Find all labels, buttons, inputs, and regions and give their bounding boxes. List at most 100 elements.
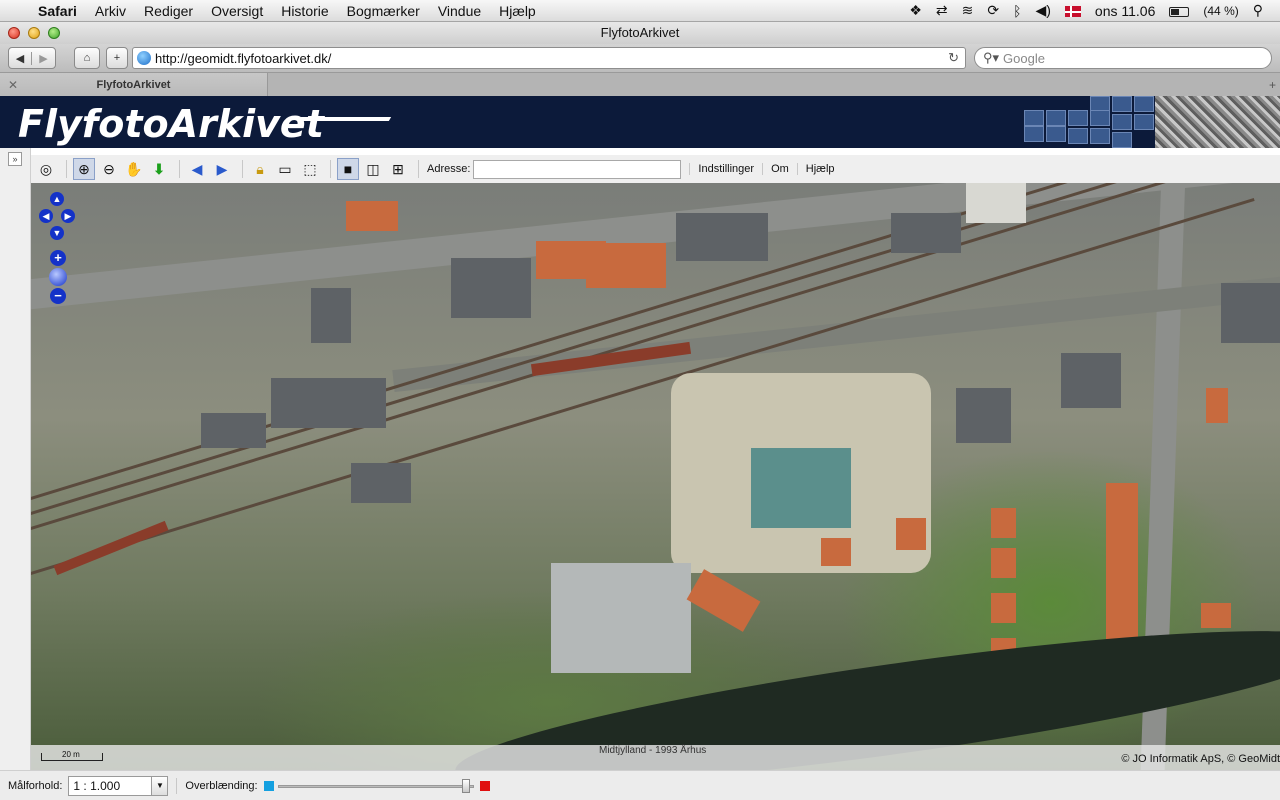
address-input[interactable] [473,159,682,179]
toolbar-divider [418,160,419,178]
menu-oversigt[interactable]: Oversigt [202,3,272,19]
banner-tile [1090,128,1110,144]
building [821,538,851,566]
url-bar[interactable]: http://geomidt.flyfotoarkivet.dk/ ↻ [132,47,966,69]
previous-view-icon[interactable]: ◀ [186,158,208,180]
lock-icon[interactable]: 🔒︎ [249,158,271,180]
overlay-label: Overblænding: [185,779,258,792]
menu-rediger[interactable]: Rediger [135,3,202,19]
building [1206,388,1228,423]
banner-tile [1112,114,1132,130]
overlay-thumb[interactable] [461,778,470,793]
building [751,448,851,528]
volume-icon[interactable]: ◀) [1028,2,1057,19]
back-icon[interactable]: ◀ [9,51,33,65]
wifi-icon[interactable]: ≋ [955,2,981,19]
building [956,388,1011,443]
toolbar-divider [330,160,331,178]
flag-icon[interactable] [1058,3,1088,19]
tab-label: FlyfotoArkivet [96,79,171,91]
reload-icon[interactable]: ↻ [948,50,965,66]
banner-tile [1046,126,1066,142]
address-label: Adresse: [427,163,471,175]
zoom-in-tool-icon[interactable]: ⊕ [73,158,95,180]
add-bookmark-icon[interactable]: + [106,47,128,69]
building [451,258,531,318]
help-link[interactable]: Hjælp [796,163,843,175]
banner-tile [1112,132,1132,148]
zoom-window-icon[interactable] [48,27,60,39]
aerial-map[interactable]: ▲ ◀ ▶ ▼ + − 20 m Midtjylland - 1993 Århu… [31,183,1280,770]
building [1201,603,1231,628]
menu-bogmaerker[interactable]: Bogmærker [338,3,429,19]
close-window-icon[interactable] [8,27,20,39]
building [1061,353,1121,408]
site-logo[interactable]: FlyfotoArkivet [18,102,324,146]
frame-icon[interactable]: ▭ [274,158,296,180]
pan-north-icon[interactable]: ▲ [50,192,64,206]
chevron-down-icon[interactable]: ▼ [151,776,168,795]
status-bar: Målforhold: 1 : 1.000 ▼ Overblænding: [0,770,1280,800]
zoom-out-tool-icon[interactable]: ⊖ [98,158,120,180]
overview-map-icon[interactable]: ◎ [35,158,57,180]
battery-icon[interactable] [1162,3,1196,19]
scale-select[interactable]: 1 : 1.000 ▼ [68,775,169,796]
search-field[interactable]: ⚲▾ Google [974,47,1272,69]
toolbar-divider [179,160,180,178]
zoom-world-icon[interactable] [49,268,67,286]
expand-panel-icon[interactable]: » [8,152,22,166]
new-tab-icon[interactable]: + [1269,73,1276,97]
overlay-right-marker [479,780,490,791]
banner-tiles [1020,96,1160,148]
menu-arkiv[interactable]: Arkiv [86,3,135,19]
single-view-icon[interactable]: ■ [337,158,359,180]
dropbox-icon[interactable]: ❖ [902,2,929,19]
side-panel: » [0,148,31,770]
map-navigation: ▲ ◀ ▶ ▼ + − [39,192,75,307]
select-area-icon[interactable]: ⬚ [299,158,321,180]
menu-historie[interactable]: Historie [272,3,337,19]
bluetooth-icon[interactable]: ᛒ [1006,3,1028,19]
settings-link[interactable]: Indstillinger [689,163,762,175]
menu-app-name[interactable]: Safari [34,3,86,19]
split-view-icon[interactable]: ◫ [362,158,384,180]
spotlight-icon[interactable]: ⚲ [1246,2,1270,19]
banner-tile [1134,96,1154,112]
url-text[interactable]: http://geomidt.flyfotoarkivet.dk/ [155,51,331,66]
quad-view-icon[interactable]: ⊞ [387,158,409,180]
banner-tile [1134,114,1154,130]
download-icon[interactable]: ⬇ [148,158,170,180]
minimize-window-icon[interactable] [28,27,40,39]
building [271,378,386,428]
scalebar-label: 20 m [62,750,80,759]
about-link[interactable]: Om [762,163,797,175]
zoom-in-icon[interactable]: + [50,250,66,266]
clock[interactable]: ons 11.06 [1088,3,1162,19]
pan-south-icon[interactable]: ▼ [50,226,64,240]
train [53,520,169,576]
tab-flyfotoarkivet[interactable]: ✕ FlyfotoArkivet [0,73,268,97]
menu-hjaelp[interactable]: Hjælp [490,3,545,19]
tab-bar: ✕ FlyfotoArkivet + [0,72,1280,97]
map-footer: 20 m Midtjylland - 1993 Århus © JO Infor… [31,745,1280,770]
browser-toolbar: ◀ ▶ ⌂ + http://geomidt.flyfotoarkivet.dk… [0,44,1280,72]
overlay-track[interactable] [277,784,474,788]
overlay-slider[interactable] [263,778,496,793]
status-area: ❖ ⇄ ≋ ⟳ ᛒ ◀) ons 11.06 (44 %) ⚲ [902,2,1280,19]
building [346,201,398,231]
pan-hand-icon[interactable]: ✋ [123,158,145,180]
building [1221,283,1280,343]
time-machine-icon[interactable]: ⟳ [980,2,1006,19]
menu-vindue[interactable]: Vindue [429,3,490,19]
pan-east-icon[interactable]: ▶ [61,209,75,223]
home-icon[interactable]: ⌂ [74,47,100,69]
tab-close-icon[interactable]: ✕ [8,73,18,97]
site-banner: FlyfotoArkivet [0,96,1280,148]
pan-west-icon[interactable]: ◀ [39,209,53,223]
logo-swoosh [298,117,392,121]
building [891,213,961,253]
next-view-icon[interactable]: ▶ [211,158,233,180]
forward-icon[interactable]: ▶ [32,52,55,65]
sync-icon[interactable]: ⇄ [929,2,955,19]
zoom-out-icon[interactable]: − [50,288,66,304]
